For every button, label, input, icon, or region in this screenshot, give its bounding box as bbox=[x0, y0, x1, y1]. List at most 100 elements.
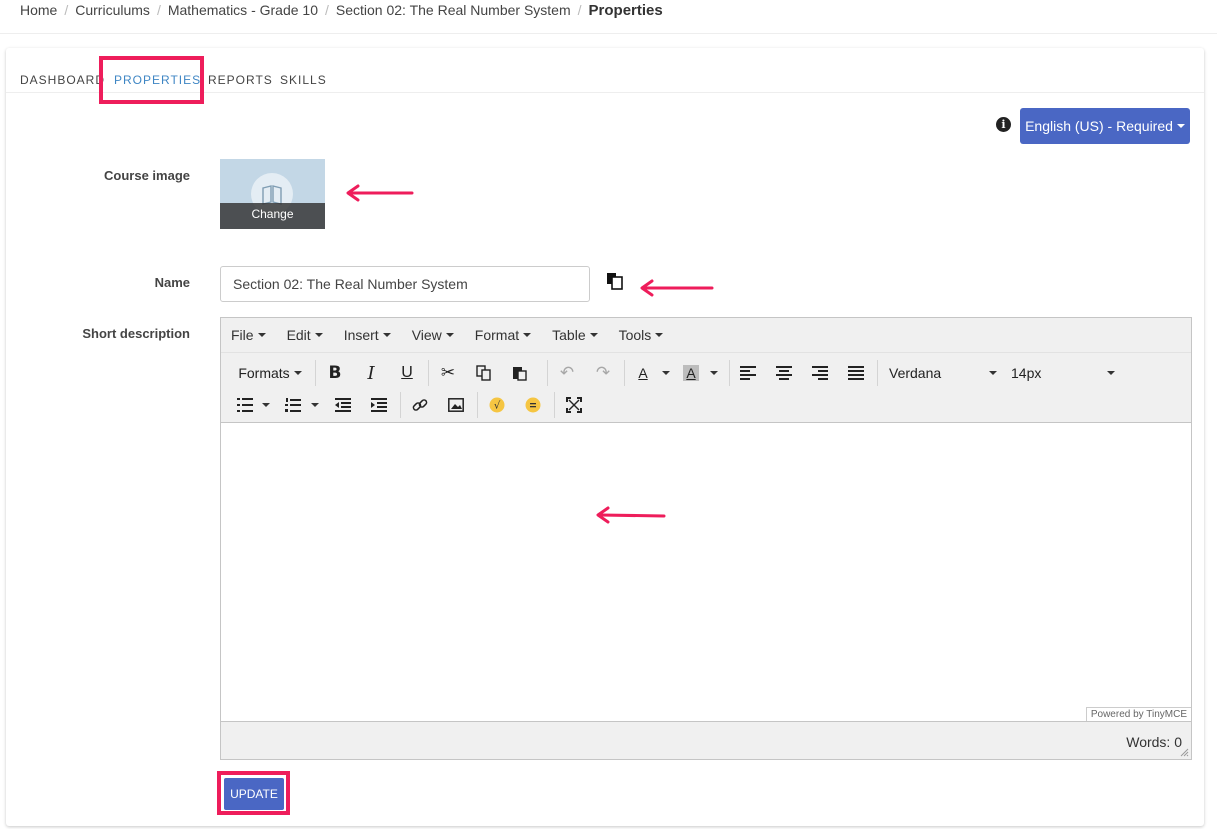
tab-highlight-box bbox=[99, 56, 204, 104]
menu-edit[interactable]: Edit bbox=[287, 327, 323, 343]
caret-down-icon bbox=[1107, 371, 1115, 375]
caret-down-icon bbox=[382, 333, 391, 337]
breadcrumb-separator: / bbox=[64, 2, 69, 18]
change-image-button[interactable]: Change bbox=[220, 203, 325, 229]
undo-icon[interactable]: ↶ bbox=[555, 358, 579, 388]
editor-menubar: File Edit Insert View Format Table Tools bbox=[221, 318, 1191, 353]
caret-down-icon bbox=[311, 403, 319, 407]
name-label: Name bbox=[154, 275, 190, 290]
svg-text:√: √ bbox=[494, 401, 501, 412]
resize-handle-icon[interactable] bbox=[1179, 747, 1189, 757]
tab-dashboard[interactable]: DASHBOARD bbox=[20, 73, 105, 87]
caret-down-icon bbox=[262, 403, 270, 407]
menu-table[interactable]: Table bbox=[552, 327, 598, 343]
image-icon[interactable] bbox=[444, 390, 468, 420]
breadcrumb-course[interactable]: Mathematics - Grade 10 bbox=[168, 2, 318, 18]
language-label: English (US) - Required bbox=[1025, 118, 1173, 134]
toolbar-separator bbox=[554, 392, 555, 418]
font-family-value: Verdana bbox=[889, 365, 942, 381]
word-count: Words: 0 bbox=[1126, 734, 1182, 750]
bullet-list-icon[interactable] bbox=[233, 390, 257, 420]
menu-format-label: Format bbox=[474, 327, 520, 343]
rich-text-editor: File Edit Insert View Format Table Tools… bbox=[220, 317, 1192, 760]
redo-icon[interactable]: ↷ bbox=[591, 358, 615, 388]
toolbar-separator bbox=[547, 360, 548, 386]
background-color-dropdown[interactable] bbox=[707, 358, 721, 388]
menu-table-label: Table bbox=[552, 327, 586, 343]
menu-insert[interactable]: Insert bbox=[344, 327, 391, 343]
menu-edit-label: Edit bbox=[286, 327, 311, 343]
outdent-icon[interactable] bbox=[331, 390, 355, 420]
menu-insert-label: Insert bbox=[343, 327, 379, 343]
menu-format[interactable]: Format bbox=[474, 327, 532, 343]
tab-skills[interactable]: SKILLS bbox=[280, 73, 327, 87]
bold-icon[interactable]: B bbox=[323, 358, 347, 388]
menu-file-label: File bbox=[231, 327, 254, 343]
breadcrumb-separator: / bbox=[325, 2, 329, 18]
breadcrumb-separator: / bbox=[156, 2, 161, 18]
text-color-icon[interactable]: A bbox=[631, 358, 655, 388]
formats-label: Formats bbox=[238, 365, 290, 381]
font-size-value: 14px bbox=[1011, 365, 1042, 381]
caret-down-icon bbox=[655, 333, 664, 337]
menu-file[interactable]: File bbox=[231, 327, 266, 343]
formats-dropdown[interactable]: Formats bbox=[233, 358, 307, 388]
align-left-icon[interactable] bbox=[736, 358, 760, 388]
caret-down-icon bbox=[257, 333, 266, 337]
toolbar-separator bbox=[877, 360, 878, 386]
italic-icon[interactable]: I bbox=[359, 358, 383, 388]
caret-down-icon bbox=[989, 371, 997, 375]
font-family-dropdown[interactable]: Verdana bbox=[889, 358, 997, 388]
chemistry-icon[interactable] bbox=[521, 390, 545, 420]
course-image[interactable]: Change bbox=[220, 159, 325, 229]
breadcrumb-section[interactable]: Section 02: The Real Number System bbox=[336, 2, 571, 18]
annotation-arrow bbox=[346, 184, 414, 202]
underline-icon[interactable]: U bbox=[395, 358, 419, 388]
breadcrumb-home[interactable]: Home bbox=[20, 2, 57, 18]
caret-down-icon bbox=[662, 371, 670, 375]
fullscreen-icon[interactable] bbox=[562, 390, 586, 420]
header-divider bbox=[0, 33, 1217, 34]
copy-format-icon[interactable] bbox=[472, 358, 496, 388]
align-right-icon[interactable] bbox=[808, 358, 832, 388]
update-highlight-box bbox=[217, 771, 290, 815]
link-icon[interactable] bbox=[408, 390, 432, 420]
toolbar-separator bbox=[315, 360, 316, 386]
caret-down-icon bbox=[589, 333, 598, 337]
align-justify-icon[interactable] bbox=[844, 358, 868, 388]
editor-content-area[interactable]: Powered by TinyMCE bbox=[221, 422, 1191, 722]
breadcrumb-curriculums[interactable]: Curriculums bbox=[75, 2, 150, 18]
powered-by-label[interactable]: Powered by TinyMCE bbox=[1085, 707, 1191, 721]
caret-down-icon bbox=[1176, 124, 1185, 128]
menu-tools[interactable]: Tools bbox=[619, 327, 664, 343]
info-icon[interactable]: i bbox=[996, 117, 1011, 132]
align-center-icon[interactable] bbox=[772, 358, 796, 388]
breadcrumb: Home / Curriculums / Mathematics - Grade… bbox=[20, 0, 663, 20]
course-image-label: Course image bbox=[104, 168, 190, 183]
menu-view-label: View bbox=[411, 327, 442, 343]
font-size-dropdown[interactable]: 14px bbox=[1011, 358, 1115, 388]
paste-icon[interactable] bbox=[508, 358, 532, 388]
cut-icon[interactable]: ✂ bbox=[436, 358, 460, 388]
indent-icon[interactable] bbox=[367, 390, 391, 420]
toolbar-separator bbox=[428, 360, 429, 386]
language-dropdown[interactable]: English (US) - Required bbox=[1020, 108, 1190, 144]
background-color-icon[interactable]: A bbox=[679, 358, 703, 388]
name-input[interactable] bbox=[220, 266, 590, 302]
text-color-dropdown[interactable] bbox=[659, 358, 673, 388]
toolbar-separator bbox=[729, 360, 730, 386]
breadcrumb-current: Properties bbox=[588, 1, 663, 19]
menu-view[interactable]: View bbox=[412, 327, 454, 343]
caret-down-icon bbox=[445, 333, 454, 337]
breadcrumb-separator: / bbox=[577, 2, 582, 18]
copy-icon[interactable] bbox=[606, 272, 624, 290]
numbered-list-dropdown[interactable] bbox=[308, 390, 322, 420]
bullet-list-dropdown[interactable] bbox=[259, 390, 273, 420]
tab-reports[interactable]: REPORTS bbox=[208, 73, 273, 87]
math-equation-icon[interactable]: √ bbox=[485, 390, 509, 420]
short-description-label: Short description bbox=[82, 326, 190, 341]
caret-down-icon bbox=[523, 333, 532, 337]
toolbar-separator bbox=[477, 392, 478, 418]
numbered-list-icon[interactable] bbox=[281, 390, 305, 420]
caret-down-icon bbox=[710, 371, 718, 375]
